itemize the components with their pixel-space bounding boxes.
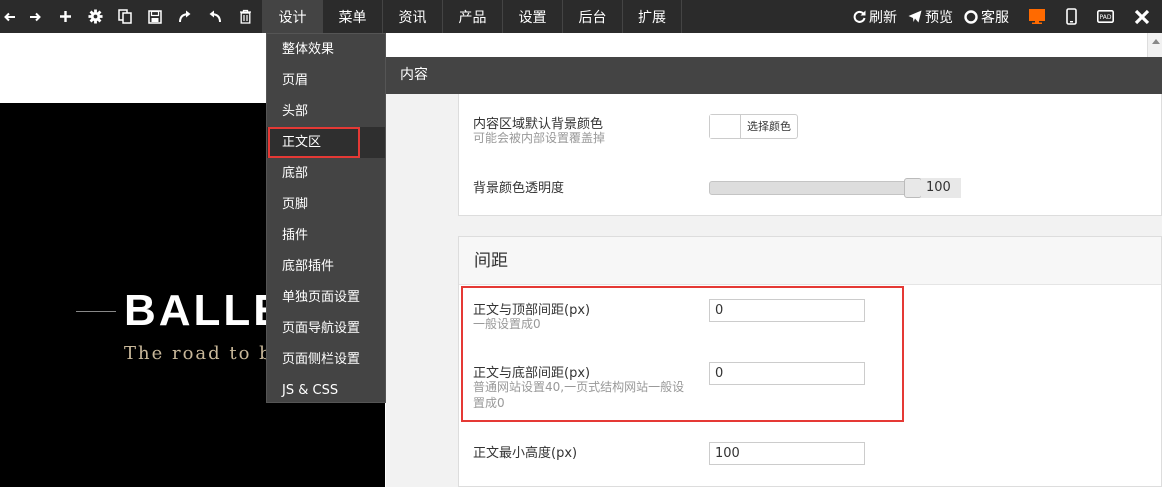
lifebuoy-icon [964,9,978,24]
top-toolbar: 设计 菜单 资讯 产品 设置 后台 扩展 刷新 预览 客服 PAD [0,0,1162,33]
dropdown-item-plugins[interactable]: 插件 [267,220,385,251]
menu-item-products[interactable]: 产品 [442,0,502,33]
brand-text: BALLE [124,286,286,335]
service-button[interactable]: 客服 [964,7,1009,27]
dropdown-item-body[interactable]: 正文区 [267,127,385,158]
top-spacing-input[interactable] [709,299,865,322]
dropdown-item-header-bar[interactable]: 页眉 [267,65,385,96]
plus-icon[interactable] [50,0,80,33]
dropdown-item-js-css[interactable]: JS & CSS [267,375,385,406]
menu-item-backend[interactable]: 后台 [562,0,622,33]
redo-icon[interactable] [170,0,200,33]
min-height-label: 正文最小高度(px) [473,446,578,461]
dropdown-item-bottom-plugins[interactable]: 底部插件 [267,251,385,282]
dropdown-item-header[interactable]: 头部 [267,96,385,127]
dropdown-item-footer[interactable]: 页脚 [267,189,385,220]
brand-divider [76,311,116,312]
arrow-left-icon[interactable] [0,0,20,33]
save-icon[interactable] [140,0,170,33]
refresh-button[interactable]: 刷新 [853,7,897,27]
opacity-slider[interactable] [709,178,922,198]
pad-icon[interactable]: PAD [1088,0,1122,33]
tool-icon-group [0,0,260,33]
arrow-right-icon[interactable] [20,0,50,33]
mobile-icon[interactable] [1054,0,1088,33]
color-picker-button[interactable]: 选择颜色 [709,114,798,139]
scrollbar-up[interactable] [1147,33,1162,57]
min-height-input[interactable] [709,442,865,465]
menu-item-settings[interactable]: 设置 [502,0,562,33]
preview-button[interactable]: 预览 [908,7,953,27]
desktop-icon[interactable] [1020,0,1054,33]
opacity-label: 背景颜色透明度 [473,181,565,196]
bottom-spacing-hint: 普通网站设置40,一页式结构网站一般设置成0 [473,380,685,410]
color-picker-label: 选择颜色 [747,120,791,133]
design-dropdown: 整体效果 页眉 头部 正文区 底部 页脚 插件 底部插件 单独页面设置 页面导航… [266,33,386,403]
dropdown-item-page-sidebar[interactable]: 页面侧栏设置 [267,344,385,375]
copy-icon[interactable] [110,0,140,33]
bottom-spacing-input[interactable] [709,362,865,385]
send-icon [908,10,922,23]
menu-item-extensions[interactable]: 扩展 [622,0,682,33]
dropdown-item-overall[interactable]: 整体效果 [267,34,385,65]
main-menu: 设计 菜单 资讯 产品 设置 后台 扩展 [262,0,682,33]
dropdown-item-page-nav[interactable]: 页面导航设置 [267,313,385,344]
trash-icon[interactable] [230,0,260,33]
color-swatch [710,115,741,138]
top-spacing-hint: 一般设置成0 [473,317,541,331]
opacity-value: 100 [921,178,961,198]
menu-item-news[interactable]: 资讯 [382,0,442,33]
undo-icon[interactable] [200,0,230,33]
refresh-label: 刷新 [869,9,897,26]
panel-header: 内容 [386,57,1162,94]
opacity-slider-handle[interactable] [904,178,922,198]
menu-item-design[interactable]: 设计 [262,0,322,33]
bg-color-hint: 可能会被内部设置覆盖掉 [473,131,606,145]
right-toolbar: 刷新 预览 客服 PAD [853,0,1162,33]
close-icon[interactable] [1122,0,1162,33]
spacing-section-title: 间距 [459,237,1161,285]
refresh-icon [853,10,866,23]
preview-label: 预览 [925,9,953,26]
svg-text:PAD: PAD [1099,14,1111,21]
gear-icon[interactable] [80,0,110,33]
scroll-up-arrow-icon [1152,39,1160,44]
service-label: 客服 [981,9,1009,26]
menu-item-menu[interactable]: 菜单 [322,0,382,33]
dropdown-item-single-page[interactable]: 单独页面设置 [267,282,385,313]
dropdown-item-bottom[interactable]: 底部 [267,158,385,189]
brand-tagline: The road to b [124,343,273,364]
